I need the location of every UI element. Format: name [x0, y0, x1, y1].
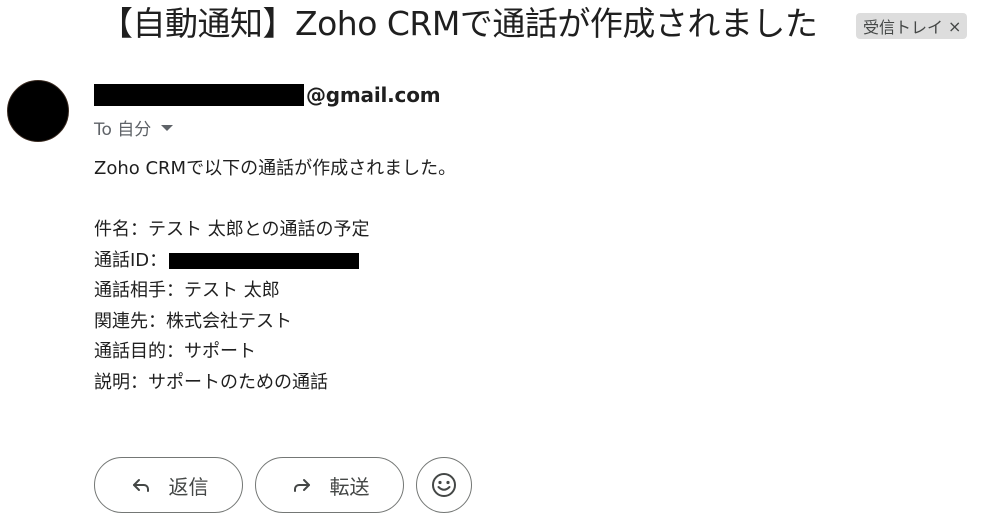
subject-header: 【自動通知】Zoho CRMで通話が作成されました 受信トレイ × [0, 0, 992, 52]
body-contact-line: 通話相手：テスト 太郎 [94, 280, 280, 301]
body-purpose-line: 通話目的：サポート [94, 341, 256, 362]
sender-email-domain: @gmail.com [306, 83, 441, 107]
email-body: Zoho CRMで以下の通話が作成されました。 件名：テスト 太郎との通話の予定… [94, 154, 456, 398]
action-buttons: 返信 転送 [94, 457, 472, 513]
reply-label: 返信 [168, 474, 209, 499]
emoji-reaction-button[interactable] [416, 457, 472, 513]
smiley-face-icon [430, 471, 458, 499]
call-id-label: 通話ID： [94, 249, 168, 271]
inbox-label-chip[interactable]: 受信トレイ × [856, 13, 968, 39]
body-subject-line: 件名：テスト 太郎との通話の予定 [94, 219, 370, 240]
redacted-call-id [169, 252, 360, 269]
sender-avatar[interactable] [7, 80, 69, 142]
sender-row: @gmail.com [94, 82, 441, 108]
forward-label: 転送 [329, 474, 370, 499]
remove-label-icon[interactable]: × [948, 17, 961, 36]
reply-button[interactable]: 返信 [94, 457, 243, 513]
email-subject: 【自動通知】Zoho CRMで通話が作成されました [100, 4, 818, 43]
forward-button[interactable]: 転送 [255, 457, 404, 513]
body-blank-line [94, 185, 456, 216]
body-description-line: 説明：サポートのための通話 [94, 371, 328, 393]
recipient-details-toggle[interactable]: To 自分 [94, 115, 174, 140]
caret-down-icon [161, 125, 174, 131]
body-related-line: 関連先：株式会社テスト [94, 310, 292, 332]
reply-arrow-icon [129, 473, 153, 497]
body-call-id-line: 通話ID： [94, 246, 456, 277]
inbox-label-text: 受信トレイ [863, 18, 944, 37]
recipient-label: To 自分 [94, 119, 152, 140]
redacted-sender-name [94, 84, 304, 106]
forward-arrow-icon [290, 473, 314, 497]
body-intro: Zoho CRMで以下の通話が作成されました。 [94, 158, 457, 179]
